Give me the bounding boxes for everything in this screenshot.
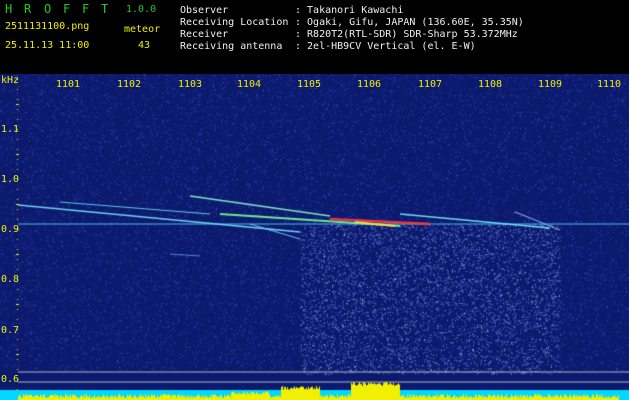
x-tick: 1106	[357, 79, 382, 90]
spectrogram-canvas	[0, 74, 629, 400]
timestamp: 25.11.13 11:00	[5, 40, 90, 51]
info-value-antenna: : 2el-HB9CV Vertical (el. E-W)	[295, 41, 476, 52]
y-tick: 1.0	[1, 174, 20, 185]
info-value-location: : Ogaki, Gifu, JAPAN (136.60E, 35.35N)	[295, 17, 524, 28]
app-title-letter: F	[63, 2, 71, 16]
file-name: 2511131100.png	[5, 21, 90, 32]
x-tick: 1102	[117, 79, 142, 90]
app-title-letter: R	[24, 2, 32, 16]
y-tick: 0.6	[1, 374, 20, 385]
x-tick: 1107	[418, 79, 443, 90]
y-tick: 0.7	[1, 325, 20, 336]
info-value-receiver: : R820T2(RTL-SDR) SDR-Sharp 53.372MHz	[295, 29, 518, 40]
app-title-letter: F	[82, 2, 90, 16]
x-tick: 1103	[178, 79, 203, 90]
info-label-receiver: Receiver	[180, 29, 229, 40]
header-panel: HROFFT 1.0.0 2511131100.png 25.11.13 11:…	[0, 0, 629, 74]
meteor-label: meteor	[124, 24, 161, 35]
y-tick: 0.9	[1, 224, 20, 235]
y-unit-label: kHz	[1, 75, 20, 86]
x-tick: 1101	[56, 79, 81, 90]
y-tick: 1.1	[1, 124, 20, 135]
app-title-letter: T	[101, 2, 109, 16]
info-label-location: Receiving Location	[180, 17, 289, 28]
x-tick: 1104	[237, 79, 262, 90]
x-tick: 1108	[478, 79, 503, 90]
spectrogram: 1101 1102 1103 1104 1105 1106 1107 1108 …	[0, 74, 629, 400]
x-tick: 1105	[297, 79, 322, 90]
info-label-observer: Observer	[180, 5, 229, 16]
info-label-antenna: Receiving antenna	[180, 41, 283, 52]
info-value-observer: : Takanori Kawachi	[295, 5, 404, 16]
app-title-letter: O	[44, 2, 52, 16]
y-tick: 0.8	[1, 274, 20, 285]
app-version: 1.0.0	[126, 4, 157, 15]
meteor-count: 43	[138, 40, 151, 51]
app-title-letter: H	[5, 2, 13, 16]
x-tick: 1110	[597, 79, 622, 90]
x-tick: 1109	[538, 79, 563, 90]
